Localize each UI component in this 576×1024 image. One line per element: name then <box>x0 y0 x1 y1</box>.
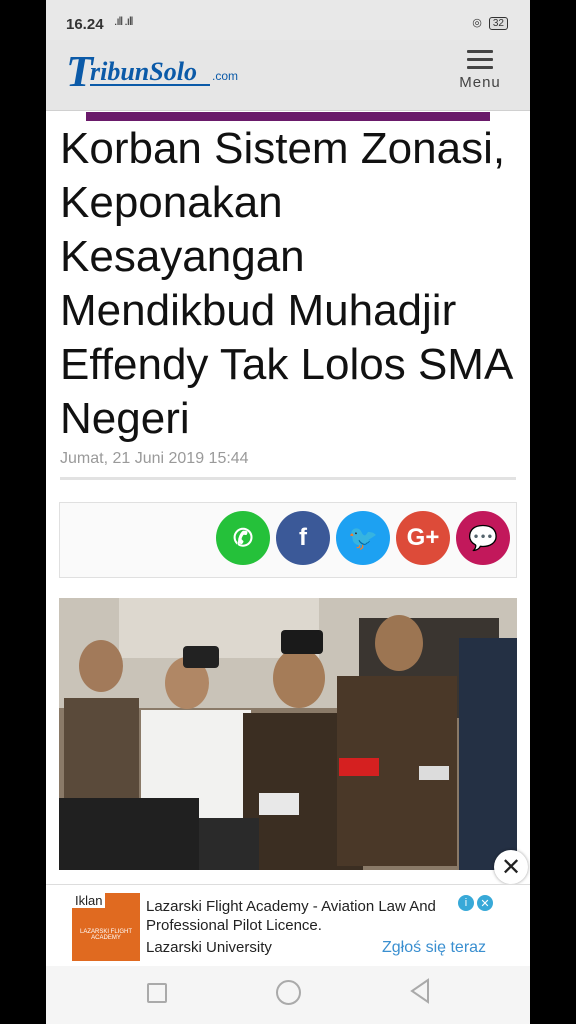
accent-divider <box>86 112 490 121</box>
whatsapp-icon: ✆ <box>232 524 254 552</box>
back-button[interactable] <box>408 978 432 1004</box>
svg-text:ribunSolo: ribunSolo <box>90 57 197 86</box>
ad-label: Iklan <box>72 893 106 908</box>
ad-x-icon[interactable]: ✕ <box>477 895 493 911</box>
site-logo[interactable]: T ribunSolo .com <box>64 47 244 103</box>
status-right: ◎ 32 <box>472 16 508 30</box>
site-header: T ribunSolo .com Menu <box>46 40 530 111</box>
hamburger-icon <box>467 46 493 69</box>
share-bar: ✆ f 🐦 G+ 💬 <box>59 502 517 578</box>
share-icons: ✆ f 🐦 G+ 💬 <box>216 511 510 565</box>
lock-rotation-icon: ◎ <box>472 17 482 29</box>
home-button[interactable] <box>276 980 301 1005</box>
menu-label: Menu <box>459 74 501 91</box>
press-conference-photo <box>59 598 517 870</box>
facebook-icon: f <box>299 524 307 551</box>
close-icon: ✕ <box>500 853 522 881</box>
twitter-icon: 🐦 <box>348 524 378 552</box>
recents-button[interactable] <box>147 983 167 1003</box>
comment-icon: 💬 <box>468 524 498 552</box>
signal-icon: .ıll .ıll <box>114 14 133 28</box>
system-nav-bar <box>46 966 530 1024</box>
menu-button[interactable]: Menu <box>448 46 512 91</box>
svg-text:.com: .com <box>212 69 238 83</box>
status-bar: 16.24 .ıll .ıll ◎ 32 <box>46 0 530 40</box>
article-title: Korban Sistem Zonasi, Keponakan Kesayang… <box>60 124 511 443</box>
tribunsolo-logo: T ribunSolo .com <box>66 47 238 96</box>
status-time: 16.24 <box>66 16 104 33</box>
ad-choices[interactable]: i ✕ <box>458 895 493 911</box>
whatsapp-share-button[interactable]: ✆ <box>216 511 270 565</box>
ad-thumb-text: LAZARSKI FLIGHT ACADEMY <box>79 929 132 941</box>
battery-icon: 32 <box>488 17 508 30</box>
article-date: Jumat, 21 Juni 2019 15:44 <box>60 450 249 467</box>
ad-brand: Lazarski University <box>146 939 272 956</box>
ad-close-button[interactable]: ✕ <box>494 850 528 884</box>
article-photo[interactable] <box>59 598 517 870</box>
divider <box>60 477 516 480</box>
facebook-share-button[interactable]: f <box>276 511 330 565</box>
phone-screen: 16.24 .ıll .ıll ◎ 32 T ribunSolo .com Me… <box>46 0 530 1024</box>
comment-share-button[interactable]: 💬 <box>456 511 510 565</box>
twitter-share-button[interactable]: 🐦 <box>336 511 390 565</box>
ad-title[interactable]: Lazarski Flight Academy - Aviation Law A… <box>146 897 476 935</box>
google-plus-icon: G+ <box>406 524 440 551</box>
google-plus-share-button[interactable]: G+ <box>396 511 450 565</box>
advertisement[interactable]: LAZARSKI FLIGHT ACADEMY Iklan Lazarski F… <box>46 884 530 967</box>
info-icon[interactable]: i <box>458 895 474 911</box>
ad-cta-button[interactable]: Zgłoś się teraz <box>382 939 486 957</box>
